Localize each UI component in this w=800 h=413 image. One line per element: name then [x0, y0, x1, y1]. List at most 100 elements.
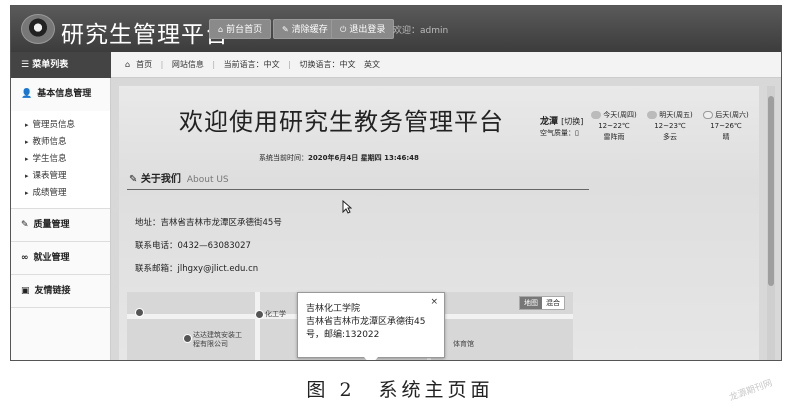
top-header: 研究生管理平台 ⌂ 前台首页 ✎ 清除缓存 ⏻ 退出登录 欢迎：admin [11, 6, 781, 52]
phone-text: 联系电话：0432—63083027 [135, 241, 251, 251]
about-us-subtitle: About US [186, 175, 229, 185]
sidebar-section-quality[interactable]: ✎ 质量管理 [11, 209, 110, 242]
link-icon: ∞ [21, 253, 29, 263]
system-time-value: 2020年6月4日 星期四 13:46:48 [308, 154, 419, 162]
figure-caption: 图 2 系统主页面 [306, 379, 494, 401]
sidebar-section-label: 友情链接 [34, 286, 71, 296]
mouse-cursor-icon [342, 200, 352, 214]
weather-day-after-tomorrow: 后天(周六) 17~26℃ 晴 [701, 110, 751, 143]
breadcrumb-home[interactable]: 首页 [136, 60, 152, 69]
weather-day-today: 今天(周四) 12~22℃ 雷阵雨 [589, 110, 639, 143]
home-icon: ⌂ [125, 60, 131, 69]
lang-en-link[interactable]: 英文 [364, 60, 380, 69]
logout-label: 退出登录 [349, 25, 386, 35]
map-poi-pin[interactable] [135, 308, 144, 317]
sidebar-section-links[interactable]: ▣ 友情链接 [11, 275, 110, 308]
thunderstorm-icon [591, 111, 602, 119]
separator: | [288, 60, 291, 69]
vertical-scrollbar[interactable] [767, 86, 775, 360]
sidebar-item-grades[interactable]: ▸ 成绩管理 [11, 185, 110, 202]
system-time-label: 系统当前时间： [259, 154, 308, 162]
system-time: 系统当前时间：2020年6月4日 星期四 13:46:48 [259, 153, 419, 163]
sidebar-section-employment[interactable]: ∞ 就业管理 [11, 242, 110, 275]
email-text: 联系邮箱：jlhgxy@jlict.edu.cn [135, 264, 259, 274]
weather-temp: 17~26℃ [710, 122, 742, 130]
sidebar-item-label: 教师信息 [32, 137, 67, 147]
breadcrumb-site-info[interactable]: 网站信息 [172, 60, 204, 69]
sidebar-item-schedule[interactable]: ▸ 课表管理 [11, 168, 110, 185]
separator: | [212, 60, 216, 69]
power-icon: ⏻ [340, 25, 347, 34]
breadcrumb: ⌂ 首页 | 网站信息 | 当前语言：中文 | 切换语言：中文 英文 [111, 52, 781, 78]
chevron-right-icon: ▸ [25, 121, 29, 129]
clear-cache-label: 清除缓存 [291, 25, 328, 35]
cloudy-icon [647, 111, 658, 119]
chevron-right-icon: ▸ [25, 189, 29, 197]
divider [127, 189, 589, 190]
menu-list-label: 菜单列表 [32, 60, 69, 70]
clear-cache-button[interactable]: ✎ 清除缓存 [273, 19, 337, 39]
sidebar-section-basic-info[interactable]: 👤 基本信息管理 [11, 78, 110, 111]
map-label-chemical: 化工学 [265, 310, 286, 318]
weather-temp: 12~23℃ [654, 122, 686, 130]
frontpage-button[interactable]: ⌂ 前台首页 [209, 19, 272, 39]
comment-icon: ✎ [129, 174, 138, 185]
switch-language-label: 切换语言： [299, 60, 340, 69]
list-icon: ☰ [21, 60, 30, 70]
popup-title: 吉林化工学院 [306, 304, 361, 314]
main-content: 欢迎使用研究生教务管理平台 系统当前时间：2020年6月4日 星期四 13:46… [111, 78, 781, 360]
map-mode-map[interactable]: 地图 [520, 297, 542, 309]
map-road [255, 292, 260, 360]
air-quality: 空气质量：▯ [540, 128, 579, 138]
address-text: 地址：吉林省吉林市龙潭区承德街45号 [135, 218, 282, 228]
air-quality-label: 空气质量： [540, 129, 575, 137]
chevron-right-icon: ▸ [25, 155, 29, 163]
weather-day-tomorrow: 明天(周五) 12~23℃ 多云 [645, 110, 695, 143]
edit-icon: ✎ [21, 220, 29, 230]
weather-desc: 雷阵雨 [603, 133, 625, 141]
air-quality-icon: ▯ [575, 129, 579, 137]
current-language: 当前语言：中文 [223, 60, 280, 69]
map-info-popup: × 吉林化工学院 吉林省吉林市龙潭区承德街45号，邮编:132022 [297, 292, 445, 360]
app-window: 研究生管理平台 ⌂ 前台首页 ✎ 清除缓存 ⏻ 退出登录 欢迎：admin ☰ 菜单列… [10, 5, 782, 361]
menu-list-header: ☰ 菜单列表 [11, 52, 111, 78]
weather-day-label: 今天(周四) [603, 111, 637, 119]
sidebar-item-label: 学生信息 [32, 154, 67, 164]
chevron-right-icon: ▸ [25, 138, 29, 146]
map-poi-pin[interactable] [183, 334, 192, 343]
scrollbar-thumb[interactable] [768, 96, 774, 286]
lang-zh-link[interactable]: 中文 [339, 60, 355, 69]
chevron-right-icon: ▸ [25, 172, 29, 180]
sidebar-section-label: 基本信息管理 [37, 89, 92, 99]
app-title: 研究生管理平台 [61, 22, 229, 48]
app-logo [21, 14, 55, 44]
weather-city: 龙潭 [切换] [540, 114, 583, 127]
logout-button[interactable]: ⏻ 退出登录 [331, 19, 395, 39]
map-label-company: 达达建筑安装工程有限公司 [193, 331, 242, 348]
sidebar-item-label: 课表管理 [32, 171, 67, 181]
weather-desc: 多云 [663, 133, 677, 141]
weather-switch-link[interactable]: [切换] [561, 117, 583, 126]
sidebar-item-label: 管理员信息 [32, 120, 76, 130]
sidebar-item-admin[interactable]: ▸ 管理员信息 [11, 117, 110, 134]
map-mode-hybrid[interactable]: 混合 [542, 297, 564, 309]
separator: | [160, 60, 164, 69]
map-type-toggle: 地图 混合 [519, 296, 565, 310]
about-us-heading: ✎ 关于我们 About US [129, 170, 229, 185]
frontpage-label: 前台首页 [226, 25, 263, 35]
sidebar-section-label: 质量管理 [33, 220, 70, 230]
close-icon[interactable]: × [430, 296, 438, 309]
map-label-gym: 体育馆 [453, 340, 474, 348]
sunny-icon [703, 111, 714, 119]
wrench-icon: ✎ [282, 25, 289, 34]
weather-desc: 晴 [722, 133, 730, 141]
book-icon: ▣ [21, 286, 30, 296]
sidebar-section-label: 就业管理 [33, 253, 70, 263]
sidebar-item-student[interactable]: ▸ 学生信息 [11, 151, 110, 168]
map-poi-pin[interactable] [255, 310, 264, 319]
user-icon: 👤 [21, 89, 33, 99]
sidebar-item-label: 成绩管理 [32, 188, 67, 198]
popup-tail [364, 357, 378, 360]
page-title: 欢迎使用研究生教务管理平台 [179, 108, 504, 136]
sidebar-item-teacher[interactable]: ▸ 教师信息 [11, 134, 110, 151]
